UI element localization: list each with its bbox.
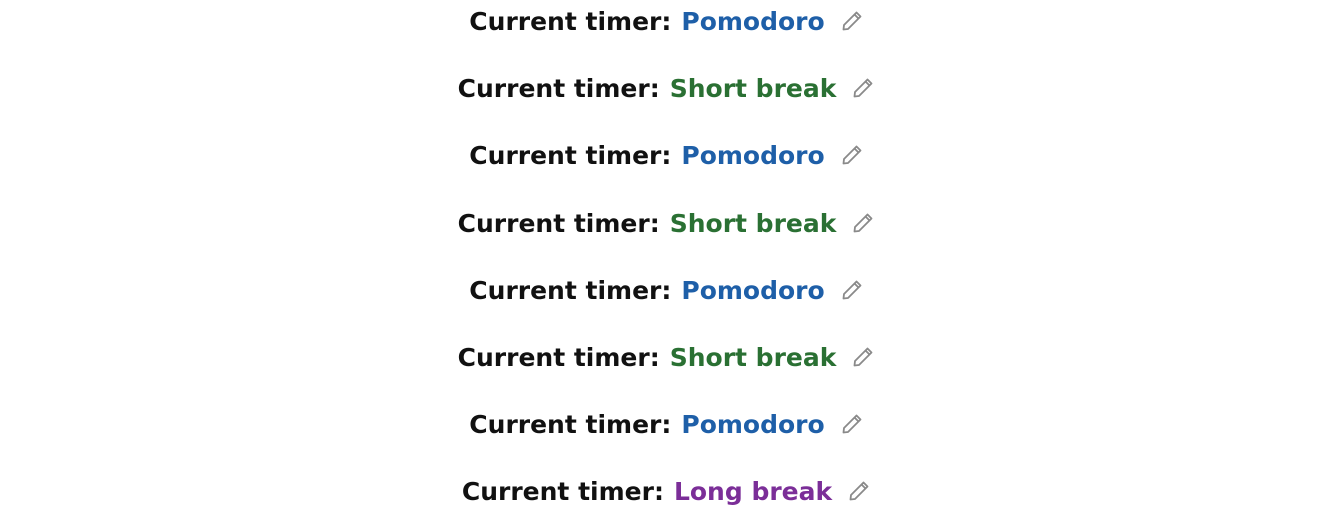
timer-value: Pomodoro [681,140,825,170]
timer-row: Current timer: Pomodoro [0,404,1334,444]
pencil-icon[interactable] [850,344,876,370]
timer-label: Current timer [469,275,662,305]
pencil-icon[interactable] [850,75,876,101]
timer-list: Current timer: Pomodoro Current timer: Sho… [0,0,1334,514]
timer-separator: : [661,140,672,170]
pencil-icon[interactable] [839,8,865,34]
timer-value: Short break [669,342,837,372]
timer-row: Current timer: Short break [0,337,1334,377]
timer-value: Pomodoro [681,6,825,36]
pencil-icon[interactable] [839,142,865,168]
timer-row: Current timer: Pomodoro [0,270,1334,310]
pencil-icon[interactable] [839,411,865,437]
timer-value: Short break [669,73,837,103]
timer-separator: : [653,476,664,506]
pencil-icon[interactable] [846,478,872,504]
timer-label: Current timer [457,208,650,238]
timer-label: Current timer [469,409,662,439]
timer-label: Current timer [469,6,662,36]
pencil-icon[interactable] [850,210,876,236]
timer-separator: : [649,73,660,103]
timer-separator: : [661,6,672,36]
timer-label: Current timer [469,140,662,170]
timer-separator: : [649,342,660,372]
timer-value: Pomodoro [681,275,825,305]
timer-row: Current timer: Short break [0,68,1334,108]
timer-separator: : [661,275,672,305]
timer-value: Short break [669,208,837,238]
pencil-icon[interactable] [839,277,865,303]
timer-label: Current timer [457,342,650,372]
timer-separator: : [649,208,660,238]
timer-row: Current timer: Short break [0,203,1334,243]
timer-label: Current timer [461,476,654,506]
timer-row: Current timer: Long break [0,471,1334,511]
timer-label: Current timer [457,73,650,103]
timer-separator: : [661,409,672,439]
timer-value: Pomodoro [681,409,825,439]
timer-value: Long break [673,476,833,506]
timer-row: Current timer: Pomodoro [0,1,1334,41]
timer-row: Current timer: Pomodoro [0,135,1334,175]
